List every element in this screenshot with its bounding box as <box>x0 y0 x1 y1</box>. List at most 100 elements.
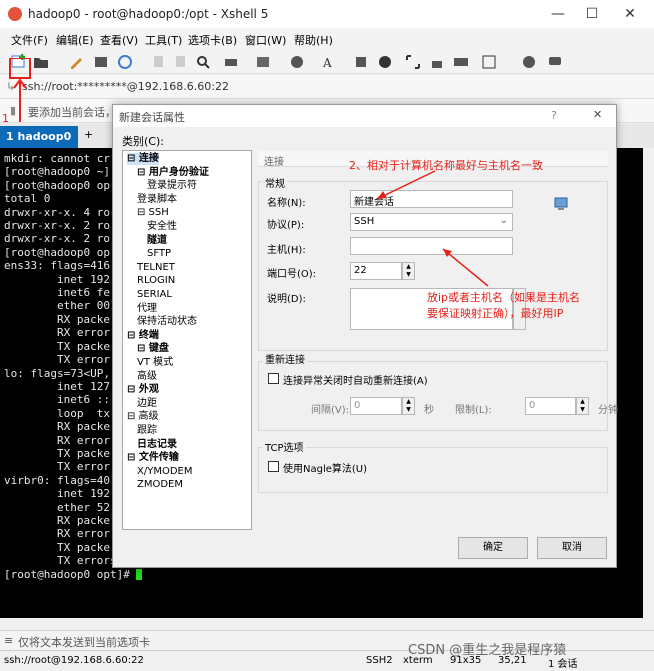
keyboard-icon[interactable] <box>452 53 470 71</box>
menu-tools[interactable]: 工具(T) <box>145 32 182 48</box>
tree-item[interactable]: VT 模式 <box>137 357 173 369</box>
xftp-icon[interactable] <box>376 53 394 71</box>
host-label: 主机(H): <box>267 245 306 256</box>
nagle-checkbox[interactable] <box>268 461 279 472</box>
menu-help[interactable]: 帮助(H) <box>294 32 333 48</box>
port-stepper[interactable]: ▲ ▼ <box>402 262 415 280</box>
port-input[interactable]: 22 <box>350 262 402 280</box>
computer-icon <box>554 197 568 210</box>
print-icon[interactable] <box>222 53 240 71</box>
add-tab-icon[interactable] <box>480 53 498 71</box>
tree-item[interactable]: 登录脚本 <box>137 194 177 206</box>
limit-stepper[interactable]: ▲ ▼ <box>576 397 589 415</box>
port-label: 端口号(O): <box>267 269 317 280</box>
tree-item[interactable]: TELNET <box>137 262 175 274</box>
interval-unit: 秒 <box>424 405 434 416</box>
auto-reconnect-checkbox[interactable] <box>268 373 279 384</box>
dialog-title: 新建会话属性 <box>113 105 616 127</box>
reconnect-title: 重新连接 <box>263 351 307 366</box>
category-label: 类别(C): <box>122 135 164 148</box>
tcp-title: TCP选项 <box>263 439 306 454</box>
tree-item[interactable]: ⊟ 外观 <box>127 384 159 396</box>
tree-item[interactable]: 安全性 <box>147 221 177 233</box>
copy-icon[interactable] <box>150 53 168 71</box>
chat-icon[interactable] <box>546 53 564 71</box>
lock-icon[interactable] <box>428 53 446 71</box>
help-icon[interactable] <box>520 53 538 71</box>
limit-unit: 分钟 <box>598 405 618 416</box>
protocol-select[interactable]: SSH ⌄ <box>350 213 513 231</box>
interval-label: 间隔(V): <box>311 405 350 416</box>
menu-window[interactable]: 窗口(W) <box>245 32 286 48</box>
add-tab-button[interactable]: + <box>84 128 93 141</box>
tree-item[interactable]: SFTP <box>147 248 171 260</box>
tree-item[interactable]: RLOGIN <box>137 275 175 287</box>
host-annotation-arrow <box>442 248 489 287</box>
find-icon[interactable] <box>194 53 212 71</box>
tree-item[interactable]: X/YMODEM <box>137 466 192 478</box>
address-text[interactable]: ssh://root:*********@192.168.6.60:22 <box>22 80 229 93</box>
window-title: hadoop0 - root@hadoop0:/opt - Xshell 5 <box>28 7 269 21</box>
ok-button[interactable]: 确定 <box>458 537 528 559</box>
tree-item[interactable]: ⊟ 高级 <box>127 411 159 423</box>
tree-item[interactable]: 隧道 <box>147 235 167 247</box>
tree-item[interactable]: 高级 <box>137 371 157 383</box>
tree-item[interactable]: 代理 <box>137 303 157 315</box>
fullscreen-icon[interactable] <box>404 53 422 71</box>
dialog-help-button[interactable]: ? <box>551 109 557 122</box>
cancel-button[interactable]: 取消 <box>537 537 607 559</box>
tree-item[interactable]: ⊟ SSH <box>137 207 169 219</box>
tree-item[interactable]: ZMODEM <box>137 479 183 491</box>
tree-item[interactable]: ⊟ 用户身份验证 <box>137 167 209 179</box>
transfer-icon[interactable] <box>254 53 272 71</box>
menu-edit[interactable]: 编辑(E) <box>56 32 94 48</box>
tree-item[interactable]: 登录提示符 <box>147 180 197 192</box>
host-annotation-line2: 要保证映射正确），最好用IP <box>427 307 564 320</box>
menu-tabs[interactable]: 选项卡(B) <box>188 32 237 48</box>
title-bar: hadoop0 - root@hadoop0:/opt - Xshell 5 —… <box>0 0 654 28</box>
menu-icon[interactable]: ≡ <box>4 634 13 647</box>
menu-file[interactable]: 文件(F) <box>11 32 48 48</box>
paste-icon[interactable] <box>172 53 190 71</box>
send-target-text[interactable]: 仅将文本发送到当前选项卡 <box>18 634 150 650</box>
tree-item[interactable]: ⊟ 键盘 <box>137 343 169 355</box>
interval-stepper[interactable]: ▲ ▼ <box>402 397 415 415</box>
maximize-button[interactable]: ☐ <box>580 4 604 24</box>
xshell-app-icon <box>8 7 22 21</box>
host-annotation-line1: 放ip或者主机名（如果是主机名 <box>427 291 581 304</box>
hint-text: 要添加当前会话， <box>28 106 116 119</box>
general-title: 常规 <box>263 175 287 190</box>
font-icon[interactable]: A <box>320 53 338 71</box>
minimize-button[interactable]: — <box>546 4 570 24</box>
tree-item[interactable]: 日志记录 <box>137 439 177 451</box>
tree-item[interactable]: 跟踪 <box>137 425 157 437</box>
limit-input[interactable]: 0 <box>525 397 576 415</box>
tab-hadoop0[interactable]: 1 hadoop0 <box>0 126 78 148</box>
interval-input[interactable]: 0 <box>350 397 402 415</box>
properties-icon[interactable] <box>92 53 110 71</box>
tree-item[interactable]: ⊟ 文件传输 <box>127 452 179 464</box>
tree-item[interactable]: ⊟ 终端 <box>127 330 159 342</box>
script-icon[interactable] <box>352 53 370 71</box>
tree-item[interactable]: ⊟ 连接 <box>127 153 159 165</box>
reconnect-icon[interactable] <box>116 53 134 71</box>
address-bar: ↳ ssh://root:*********@192.168.6.60:22 <box>0 75 654 99</box>
category-tree[interactable]: ⊟ 连接 ⊟ 用户身份验证 登录提示符登录脚本 ⊟ SSH 安全性隧道 SFTP TELNE… <box>122 150 252 530</box>
tree-item[interactable]: SERIAL <box>137 289 172 301</box>
globe-icon[interactable] <box>288 53 306 71</box>
chevron-down-icon: ⌄ <box>499 215 508 226</box>
dialog-close-button[interactable]: ✕ <box>593 108 602 121</box>
edit-icon[interactable] <box>68 53 86 71</box>
new-session-properties-dialog: 新建会话属性 ? ✕ 类别(C): ⊟ 连接 ⊟ 用户身份验证 登录提示符 登录脚本 ⊟… <box>112 104 618 568</box>
name-annotation-arrow <box>376 170 436 200</box>
section-header-text: 连接 <box>264 157 284 168</box>
menu-view[interactable]: 查看(V) <box>100 32 138 48</box>
tree-item[interactable]: 保持活动状态 <box>137 316 197 328</box>
description-label: 说明(D): <box>267 294 306 305</box>
tree-item[interactable]: 边距 <box>137 398 157 410</box>
status-bar: ssh://root@192.168.6.60:22 SSH2 xterm 91… <box>0 643 654 671</box>
terminal-line: [root@hadoop0 opt]# <box>4 568 643 581</box>
terminal-scrollbar[interactable] <box>643 148 654 618</box>
close-button[interactable]: ✕ <box>618 4 642 24</box>
status-protocol: SSH2 <box>366 655 393 666</box>
